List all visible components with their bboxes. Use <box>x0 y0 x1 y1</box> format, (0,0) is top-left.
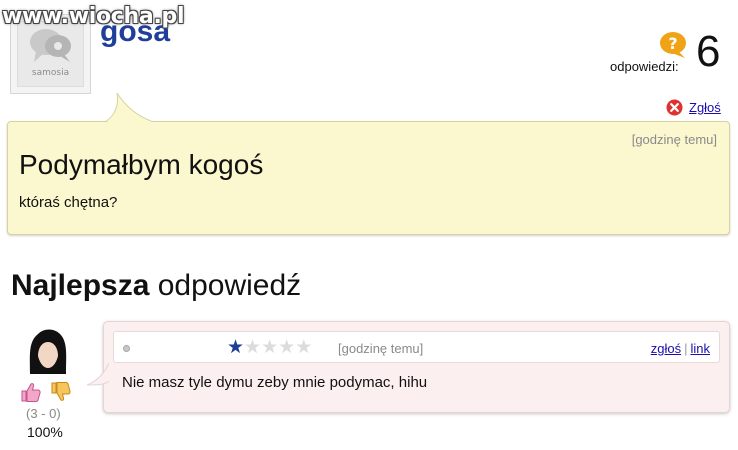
thumbs-down-icon[interactable] <box>50 381 72 403</box>
best-answer-heading-bold: Najlepsza <box>11 269 150 302</box>
report-answer-link[interactable]: zgłoś <box>651 341 681 356</box>
star-icon[interactable]: ★ <box>261 338 278 357</box>
star-icon[interactable]: ★ <box>278 338 295 357</box>
speech-bubble-icon <box>30 29 71 62</box>
answers-label: odpowiedzi: <box>610 59 679 74</box>
answerer-avatar[interactable] <box>24 326 72 374</box>
best-answer-box: ★ ★ ★ ★ ★ [godzinę temu] zgłoś | link Nie masz… <box>103 321 730 413</box>
question-box: [godzinę temu] Podymałbym kogoś któraś c… <box>7 121 730 235</box>
rating-stars: ★ ★ ★ ★ ★ <box>227 338 312 357</box>
answer-links: zgłoś | link <box>651 341 710 356</box>
answer-time: [godzinę temu] <box>338 341 424 356</box>
star-icon[interactable]: ★ <box>244 338 261 357</box>
question-bubble-tail <box>105 93 152 125</box>
question-title: Podymałbym kogoś <box>19 149 264 180</box>
star-icon[interactable]: ★ <box>227 338 244 357</box>
avatar-placeholder: samosia <box>17 21 84 87</box>
thumbs-up-icon[interactable] <box>20 381 42 403</box>
answerer-name-redacted <box>134 334 226 360</box>
question-mark-icon: ? <box>660 32 686 58</box>
report-question-link[interactable]: Zgłoś <box>689 100 721 115</box>
question-body: któraś chętna? <box>19 194 118 211</box>
star-icon[interactable]: ★ <box>295 338 312 357</box>
answer-body: Nie masz tyle dymu zeby mnie podymac, hi… <box>122 374 428 391</box>
answer-header: ★ ★ ★ ★ ★ [godzinę temu] zgłoś | link <box>113 331 720 363</box>
status-dot-icon <box>123 345 130 352</box>
answer-bubble-tail <box>87 363 109 386</box>
link-separator: | <box>684 341 688 356</box>
avatar-brand-text: samosia <box>31 68 70 78</box>
question-time: [godzinę temu] <box>631 132 717 147</box>
close-icon <box>666 99 683 116</box>
best-answer-heading-rest: odpowiedź <box>149 269 302 302</box>
best-answer-heading: Najlepsza odpowiedź <box>11 268 301 304</box>
report-question[interactable]: Zgłoś <box>666 99 721 116</box>
vote-count: (3 - 0) <box>26 406 61 421</box>
answer-permalink[interactable]: link <box>690 341 710 356</box>
watermark: www.wiocha.pl <box>2 4 185 29</box>
svg-text:?: ? <box>668 34 677 53</box>
vote-percent: 100% <box>27 424 63 440</box>
answers-count: 6 <box>696 27 721 76</box>
